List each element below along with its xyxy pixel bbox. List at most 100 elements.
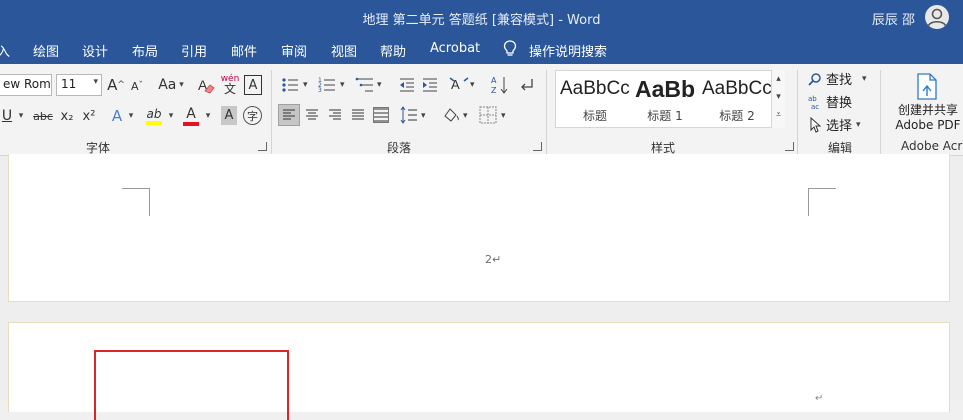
page-2[interactable]: ↵ (8, 322, 950, 420)
window-title: 地理 第二单元 答题纸 [兼容模式] - Word (362, 13, 601, 28)
style-heading-1[interactable]: AaBb 标题 1 (632, 73, 698, 124)
highlight-button[interactable]: ab (144, 105, 164, 127)
select-button[interactable]: 选择 ▾ (808, 115, 861, 134)
tell-me-search[interactable]: 操作说明搜索 (529, 41, 607, 60)
increase-indent-icon[interactable] (421, 76, 439, 94)
page-1[interactable]: 2↵ (8, 154, 950, 302)
font-color-dropdown[interactable]: ▾ (203, 109, 213, 123)
replace-icon: abac (808, 95, 819, 110)
shading-icon[interactable] (441, 106, 461, 124)
text-effects-dropdown[interactable]: ▾ (126, 109, 136, 123)
chinese-layout-icon[interactable]: A (449, 75, 469, 95)
svg-text:Z: Z (491, 86, 497, 95)
bullets-dropdown[interactable]: ▾ (303, 80, 308, 90)
font-size-box[interactable]: 11 ▾ (56, 74, 102, 96)
gallery-scroller[interactable]: ▴ ▾ ⩡ (771, 70, 785, 128)
underline-button[interactable]: U (0, 106, 15, 126)
align-left-icon (283, 109, 295, 120)
justify-icon[interactable] (351, 108, 365, 122)
align-left-button[interactable] (278, 104, 300, 126)
character-shading-button[interactable]: A (221, 106, 237, 125)
multilevel-list-icon[interactable] (355, 76, 375, 94)
find-dropdown[interactable]: ▾ (862, 74, 867, 84)
borders-icon[interactable] (479, 106, 497, 124)
font-name-box[interactable]: ew Roma (0, 74, 52, 96)
shading-dropdown[interactable]: ▾ (463, 111, 468, 121)
font-dialog-launcher-icon[interactable] (258, 142, 267, 151)
tab-mailings[interactable]: 邮件 (231, 41, 257, 60)
style-title[interactable]: AaBbCcI 标题 (560, 73, 630, 124)
ribbon: ew Roma 11 ▾ A^ Aˇ Aa ▾ A wén 文 A U ▾ ab… (0, 64, 963, 156)
font-color-button[interactable]: A (182, 105, 200, 127)
strikethrough-button[interactable]: abc (32, 106, 54, 126)
tab-insert[interactable]: 入 (0, 41, 10, 60)
subscript-button[interactable]: x₂ (58, 106, 76, 126)
tab-acrobat[interactable]: Acrobat (430, 41, 480, 56)
styles-gallery[interactable]: AaBbCcI 标题 AaBb 标题 1 AaBbCcI 标题 2 (555, 70, 785, 128)
svg-text:A: A (491, 76, 497, 85)
line-spacing-dropdown[interactable]: ▾ (421, 111, 426, 121)
font-color-bar (183, 122, 199, 126)
user-name[interactable]: 辰辰 邵 (872, 9, 915, 28)
tab-view[interactable]: 视图 (331, 41, 357, 60)
user-icon (927, 8, 947, 28)
numbering-dropdown[interactable]: ▾ (340, 80, 345, 90)
gallery-down-icon[interactable]: ▾ (772, 88, 785, 106)
numbering-icon[interactable]: 123 (318, 76, 336, 94)
ribbon-tabs: 入 绘图 设计 布局 引用 邮件 审阅 视图 帮助 Acrobat 操作说明搜索 (0, 34, 963, 64)
shrink-font-button[interactable]: Aˇ (128, 77, 146, 95)
tab-help[interactable]: 帮助 (380, 41, 406, 60)
create-share-pdf-button[interactable]: 创建并共享 Adobe PDF (888, 103, 963, 133)
gallery-up-icon[interactable]: ▴ (772, 70, 785, 88)
decrease-indent-icon[interactable] (398, 76, 416, 94)
highlight-color-bar (146, 121, 162, 125)
tab-design[interactable]: 设计 (82, 41, 108, 60)
paragraph-dialog-launcher-icon[interactable] (533, 142, 542, 151)
styles-dialog-launcher-icon[interactable] (785, 142, 794, 151)
select-dropdown[interactable]: ▾ (856, 120, 861, 130)
lightbulb-icon[interactable] (503, 40, 517, 58)
text-effects-button[interactable]: A (108, 106, 126, 126)
highlight-dropdown[interactable]: ▾ (166, 109, 176, 123)
group-divider (880, 70, 881, 154)
tab-review[interactable]: 审阅 (281, 41, 307, 60)
chinese-layout-dropdown[interactable]: ▾ (470, 80, 475, 90)
group-divider (271, 70, 272, 154)
line-spacing-icon[interactable] (400, 106, 418, 124)
show-formatting-marks-icon[interactable] (517, 76, 535, 94)
group-divider (546, 70, 547, 154)
gallery-more-icon[interactable]: ⩡ (772, 106, 785, 124)
multilevel-dropdown[interactable]: ▾ (377, 80, 382, 90)
answer-box (94, 350, 289, 420)
align-center-icon[interactable] (305, 108, 319, 122)
distributed-icon[interactable] (373, 107, 389, 123)
paragraph-mark: ↵ (815, 393, 824, 404)
tab-references[interactable]: 引用 (181, 41, 207, 60)
find-button[interactable]: 查找 ▾ (808, 69, 867, 88)
crop-mark (122, 188, 150, 216)
align-right-icon[interactable] (328, 108, 342, 122)
crop-mark (808, 188, 836, 216)
phonetic-char: 文 (223, 82, 236, 96)
enclose-characters-button[interactable]: 字 (243, 106, 262, 125)
tab-layout[interactable]: 布局 (132, 41, 158, 60)
grow-font-button[interactable]: A ^ (106, 75, 126, 95)
avatar[interactable] (925, 5, 949, 29)
character-border-button[interactable]: A (244, 75, 262, 95)
eraser-icon: A (198, 77, 215, 94)
tab-draw[interactable]: 绘图 (33, 41, 59, 60)
clear-format-button[interactable]: A (196, 74, 216, 96)
document-area: 2↵ ↵ (0, 154, 963, 420)
superscript-button[interactable]: x² (80, 106, 98, 126)
phonetic-guide-button[interactable]: wén 文 (220, 72, 240, 96)
bullets-icon[interactable] (281, 76, 299, 94)
underline-dropdown[interactable]: ▾ (16, 108, 26, 124)
create-pdf-icon[interactable] (913, 71, 939, 101)
replace-button[interactable]: ab ac 替换 (808, 92, 852, 112)
svg-text:ab: ab (808, 95, 817, 103)
style-heading-2[interactable]: AaBbCcI 标题 2 (702, 73, 772, 124)
borders-dropdown[interactable]: ▾ (501, 111, 506, 121)
group-divider (797, 70, 798, 154)
change-case-button[interactable]: Aa ▾ (154, 75, 188, 95)
sort-icon[interactable]: AZ (491, 75, 509, 95)
